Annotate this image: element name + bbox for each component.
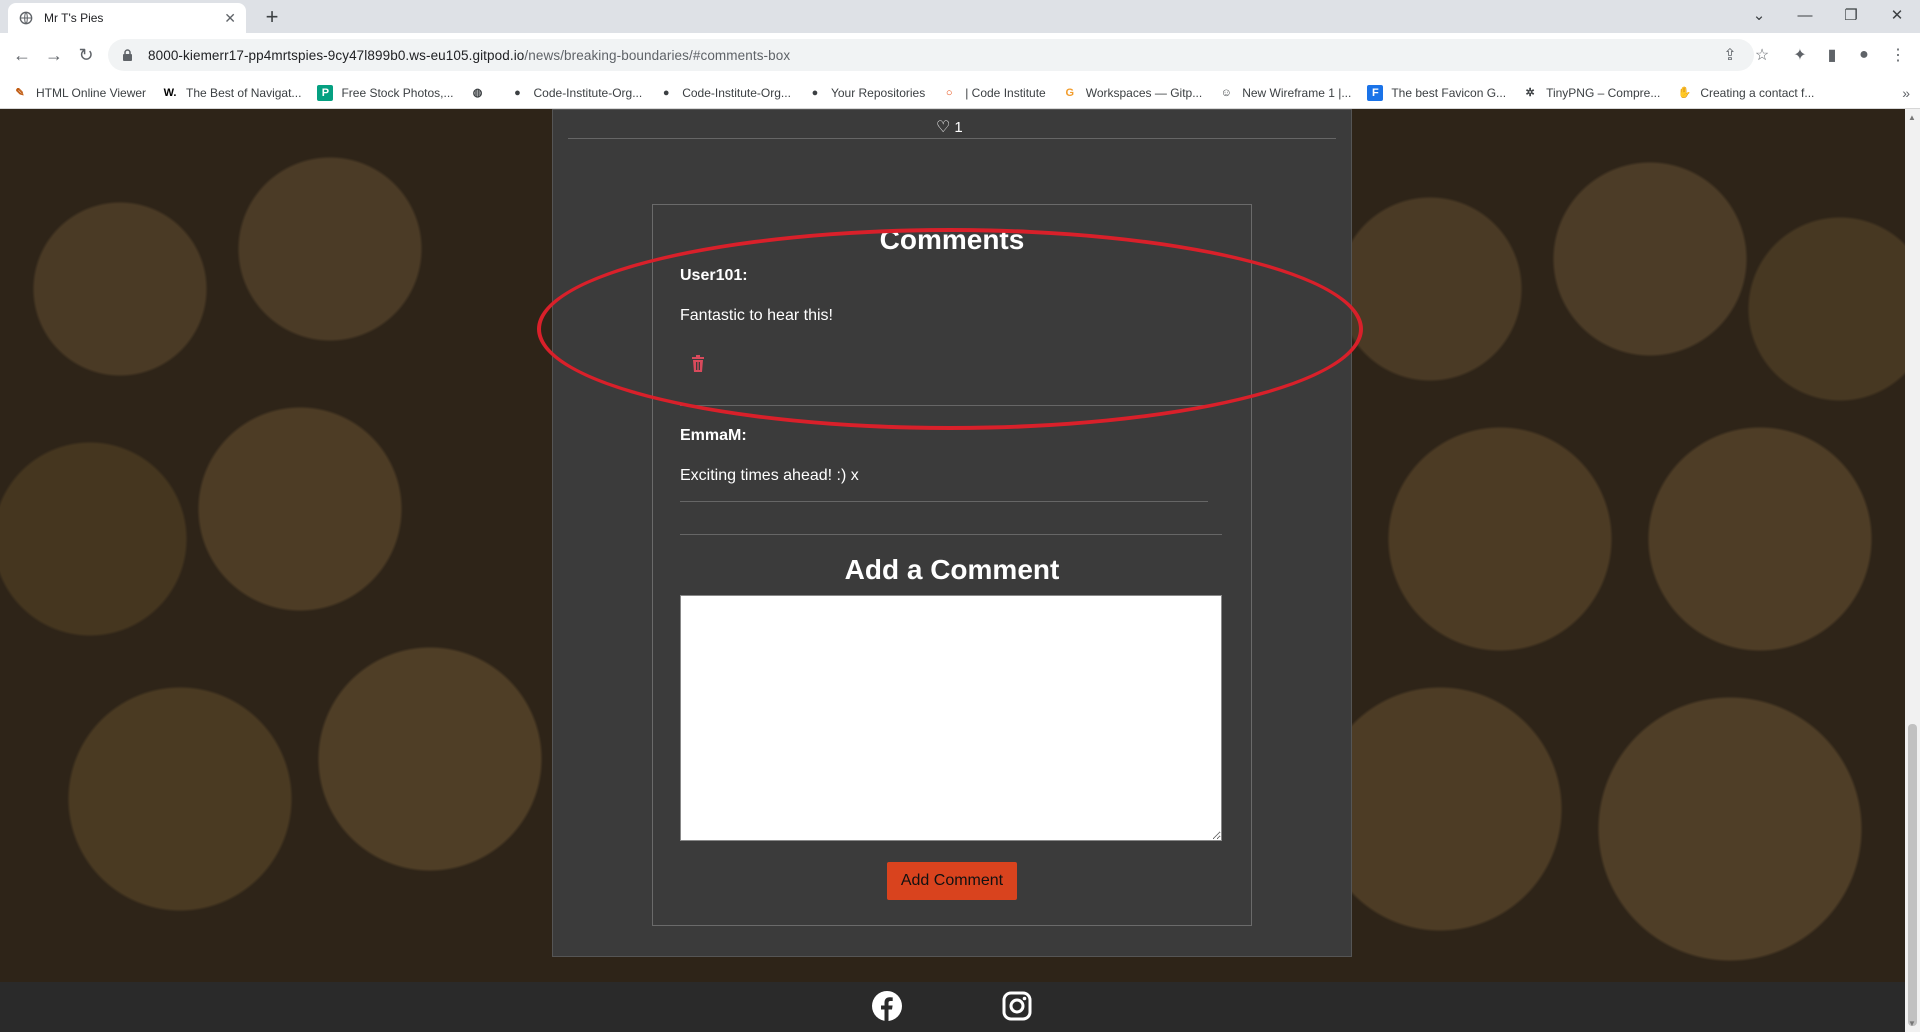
globe-icon: ◍ [472, 87, 483, 99]
w-icon: W. [163, 86, 177, 99]
bookmark-label: Workspaces — Gitp... [1085, 85, 1203, 100]
bookmark-star-icon[interactable]: ☆ [1748, 41, 1776, 69]
section-divider [680, 534, 1222, 535]
bookmark-item[interactable]: ○ | Code Institute [941, 85, 1046, 101]
instagram-icon[interactable] [1000, 989, 1034, 1023]
profile-icon[interactable]: ● [1850, 41, 1878, 69]
bookmark-item[interactable]: P Free Stock Photos,... [317, 84, 454, 101]
add-comment-button[interactable]: Add Comment [887, 862, 1017, 900]
back-icon[interactable]: ← [8, 41, 36, 69]
bookmark-label: Code-Institute-Org... [533, 85, 643, 100]
bookmark-item[interactable]: ● Code-Institute-Org... [658, 85, 791, 101]
minimize-icon[interactable]: — [1782, 0, 1828, 30]
github-icon: ● [514, 86, 521, 99]
bookmark-item[interactable]: ● Code-Institute-Org... [510, 85, 643, 101]
like-button[interactable]: ♡ 1 [936, 117, 963, 137]
bookmark-label: Code-Institute-Org... [682, 85, 791, 100]
comment-divider [680, 501, 1208, 502]
code-institute-icon: ○ [945, 86, 953, 99]
bookmark-label: Creating a contact f... [1700, 85, 1815, 100]
bookmarks-bar: ✎ HTML Online Viewer W. The Best of Naviga… [0, 77, 1920, 109]
bookmark-item[interactable]: W. The Best of Navigat... [162, 85, 302, 101]
pexels-icon: P [317, 84, 334, 101]
scroll-up-icon[interactable]: ▲ [1908, 113, 1916, 122]
extensions-icon[interactable]: ✦ [1786, 41, 1814, 69]
bookmark-label: Your Repositories [830, 85, 926, 100]
panda-icon: ✲ [1525, 87, 1535, 99]
bookmarks-overflow-icon[interactable]: » [1902, 85, 1910, 101]
github-icon: ● [662, 86, 670, 99]
github-icon: ● [811, 86, 819, 99]
reload-icon[interactable]: ↻ [72, 41, 100, 69]
bookmark-item[interactable]: ● Your Repositories [807, 85, 926, 101]
url-text: 8000-kiemerr17-pp4mrtspies-9cy47l899b0.w… [148, 48, 790, 63]
scroll-down-icon[interactable]: ▼ [1908, 1019, 1916, 1028]
browser-toolbar: ← → ↻ 8000-kiemerr17-pp4mrtspies-9cy47l8… [0, 33, 1920, 77]
bookmark-label: The Best of Navigat... [186, 85, 302, 100]
scrollbar-thumb[interactable] [1908, 724, 1917, 1026]
restore-icon[interactable]: ❐ [1828, 0, 1874, 30]
comment-body: Exciting times ahead! :) x [680, 467, 859, 484]
add-comment-heading: Add a Comment [844, 554, 1060, 585]
new-tab-button[interactable]: + [258, 3, 286, 31]
forward-icon[interactable]: → [40, 41, 68, 69]
bookmark-item[interactable]: ☺ New Wireframe 1 |... [1218, 85, 1352, 101]
lock-icon [122, 48, 136, 62]
bookmark-label: The best Favicon G... [1391, 85, 1507, 100]
tab-search-icon[interactable]: ⌄ [1736, 0, 1782, 30]
bookmark-item[interactable]: ◍ [470, 85, 494, 101]
bookmark-item[interactable]: ✲ TinyPNG – Compre... [1522, 85, 1660, 101]
page-scrollbar[interactable]: ▲ ▼ [1905, 109, 1920, 1032]
site-footer [0, 982, 1905, 1032]
bookmark-label: HTML Online Viewer [36, 85, 147, 100]
smiley-icon: ☺ [1220, 86, 1232, 99]
comment-author: EmmaM: [680, 427, 747, 444]
share-icon[interactable]: ⇪ [1716, 41, 1744, 69]
url-host: 8000-kiemerr17-pp4mrtspies-9cy47l899b0.w… [148, 47, 525, 63]
bookmark-item[interactable]: G Workspaces — Gitp... [1062, 85, 1202, 101]
close-window-icon[interactable]: ✕ [1874, 0, 1920, 30]
bookmark-label: | Code Institute [965, 85, 1046, 100]
bookmark-item[interactable]: F The best Favicon G... [1367, 84, 1507, 101]
favicon-icon: F [1367, 84, 1384, 101]
bookmark-item[interactable]: ✎ HTML Online Viewer [12, 85, 146, 101]
menu-icon[interactable]: ⋮ [1884, 41, 1912, 69]
comment-textarea[interactable] [680, 595, 1222, 841]
page-viewport: ♡ 1 Comments User101: Fantastic to hear … [0, 109, 1905, 1032]
url-path: /news/breaking-boundaries/#comments-box [524, 47, 791, 63]
hand-icon: ✋ [1677, 87, 1692, 99]
tab-title: Mr T's Pies [44, 11, 104, 25]
bookmark-item[interactable]: ✋ Creating a contact f... [1676, 85, 1814, 101]
bookmark-label: New Wireframe 1 |... [1242, 85, 1352, 100]
globe-icon [18, 10, 34, 26]
tab-close-icon[interactable]: ✕ [224, 10, 236, 27]
side-panel-icon[interactable]: ▮ [1818, 41, 1846, 69]
address-bar[interactable]: 8000-kiemerr17-pp4mrtspies-9cy47l899b0.w… [108, 39, 1754, 71]
bookmark-label: Free Stock Photos,... [341, 85, 454, 100]
tab-strip: Mr T's Pies ✕ + ⌄ — ❐ ✕ [0, 0, 1920, 33]
browser-tab[interactable]: Mr T's Pies ✕ [8, 3, 246, 33]
highlight-annotation [537, 228, 1363, 430]
gitpod-icon: G [1065, 86, 1074, 99]
heart-icon: ♡ [936, 119, 951, 136]
pencil-icon: ✎ [15, 87, 25, 99]
facebook-icon[interactable] [870, 989, 904, 1023]
likes-count: 1 [954, 118, 963, 136]
bookmark-label: TinyPNG – Compre... [1546, 85, 1661, 100]
